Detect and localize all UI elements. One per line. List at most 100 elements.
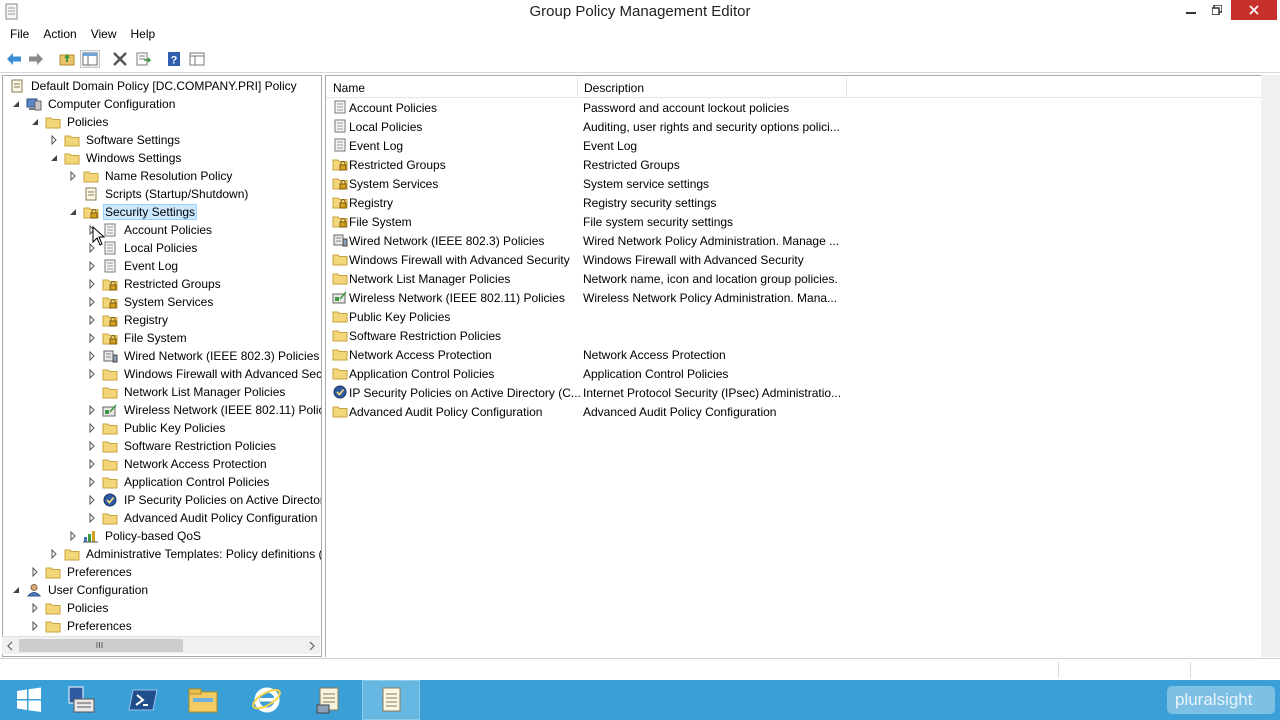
menu-help[interactable]: Help xyxy=(124,24,163,44)
tree-item[interactable]: Application Control Policies xyxy=(87,473,271,491)
expand-arrow-icon[interactable] xyxy=(87,369,97,379)
expand-arrow-icon[interactable] xyxy=(49,549,59,559)
list-item[interactable]: Software Restriction Policies xyxy=(326,326,846,345)
tree-item[interactable]: Software Restriction Policies xyxy=(87,437,278,455)
forward-button[interactable] xyxy=(26,50,46,68)
tree-item[interactable]: Policies xyxy=(30,113,110,131)
list-item[interactable]: IP Security Policies on Active Directory… xyxy=(326,383,846,402)
collapse-arrow-icon[interactable] xyxy=(49,153,59,163)
expand-arrow-icon[interactable] xyxy=(68,171,78,181)
tree-item[interactable]: Advanced Audit Policy Configuration xyxy=(87,509,319,527)
up-one-level-button[interactable] xyxy=(57,50,77,68)
export-list-button[interactable] xyxy=(133,50,153,68)
list-item[interactable]: Wired Network (IEEE 802.3) Policies Wired… xyxy=(326,231,846,250)
tree-item[interactable]: Scripts (Startup/Shutdown) xyxy=(68,185,250,203)
expand-arrow-icon[interactable] xyxy=(87,477,97,487)
column-header-description[interactable]: Description xyxy=(577,78,847,98)
taskbar-server-manager[interactable] xyxy=(52,680,110,720)
expand-arrow-icon[interactable] xyxy=(87,459,97,469)
tree-item[interactable]: System Services xyxy=(87,293,215,311)
expand-arrow-icon[interactable] xyxy=(87,441,97,451)
scroll-right-icon[interactable] xyxy=(308,641,316,651)
show-hide-tree-button[interactable] xyxy=(80,50,100,68)
tree-root[interactable]: Default Domain Policy [DC.COMPANY.PRI] P… xyxy=(9,77,299,95)
list-item[interactable]: Network List Manager Policies Network nam… xyxy=(326,269,846,288)
tree-item[interactable]: File System xyxy=(87,329,189,347)
list-item[interactable]: Local Policies Auditing, user rights and … xyxy=(326,117,846,136)
expand-arrow-icon[interactable] xyxy=(87,423,97,433)
list-item[interactable]: Wireless Network (IEEE 802.11) Policies W… xyxy=(326,288,846,307)
tree-item[interactable]: Name Resolution Policy xyxy=(68,167,234,185)
console-tree[interactable]: Default Domain Policy [DC.COMPANY.PRI] P… xyxy=(2,75,322,657)
help-button[interactable]: ? xyxy=(164,50,184,68)
taskbar-group-policy-management[interactable] xyxy=(300,680,358,720)
expand-arrow-icon[interactable] xyxy=(87,261,97,271)
expand-arrow-icon[interactable] xyxy=(87,333,97,343)
tree-item[interactable]: Windows Settings xyxy=(49,149,183,167)
list-item[interactable]: File System File system security settings xyxy=(326,212,846,231)
list-item[interactable]: Registry Registry security settings xyxy=(326,193,846,212)
tree-item[interactable]: Security Settings xyxy=(68,203,198,221)
tree-item[interactable]: IP Security Policies on Active Directory xyxy=(87,491,321,509)
back-button[interactable] xyxy=(4,50,24,68)
expand-arrow-icon[interactable] xyxy=(68,531,78,541)
tree-item[interactable]: Preferences xyxy=(30,563,134,581)
tree-item[interactable]: Wireless Network (IEEE 802.11) Policies xyxy=(87,401,321,419)
expand-arrow-icon[interactable] xyxy=(87,279,97,289)
expand-arrow-icon[interactable] xyxy=(87,315,97,325)
properties-button[interactable] xyxy=(187,50,207,68)
tree-item[interactable]: Windows Firewall with Advanced Secu xyxy=(87,365,321,383)
taskbar-internet-explorer[interactable] xyxy=(238,680,296,720)
menu-action[interactable]: Action xyxy=(36,24,83,44)
tree-item[interactable]: Preferences xyxy=(30,617,134,635)
tree-item[interactable]: Account Policies xyxy=(87,221,214,239)
tree-item[interactable]: Registry xyxy=(87,311,170,329)
tree-item[interactable]: Software Settings xyxy=(49,131,182,149)
expand-arrow-icon[interactable] xyxy=(30,567,40,577)
expand-arrow-icon[interactable] xyxy=(49,135,59,145)
taskbar-powershell[interactable] xyxy=(114,680,172,720)
vertical-scrollbar[interactable] xyxy=(1261,75,1280,657)
menu-file[interactable]: File xyxy=(3,24,36,44)
restore-button[interactable] xyxy=(1204,0,1230,20)
tree-item[interactable]: Wired Network (IEEE 802.3) Policies xyxy=(87,347,321,365)
tree-item[interactable]: Network List Manager Policies xyxy=(87,383,287,401)
expand-arrow-icon[interactable] xyxy=(30,603,40,613)
column-header-name[interactable]: Name xyxy=(326,78,578,98)
expand-arrow-icon[interactable] xyxy=(87,513,97,523)
list-item[interactable]: Restricted Groups Restricted Groups xyxy=(326,155,846,174)
list-item[interactable]: Application Control Policies Application … xyxy=(326,364,846,383)
expand-arrow-icon[interactable] xyxy=(87,405,97,415)
tree-item[interactable]: Computer Configuration xyxy=(11,95,177,113)
start-button[interactable] xyxy=(0,680,58,720)
expand-arrow-icon[interactable] xyxy=(30,621,40,631)
horizontal-scrollbar[interactable] xyxy=(2,636,320,654)
tree-item[interactable]: Administrative Templates: Policy definit… xyxy=(49,545,321,563)
list-item[interactable]: System Services System service settings xyxy=(326,174,846,193)
tree-item[interactable]: Public Key Policies xyxy=(87,419,227,437)
tree-item[interactable]: Restricted Groups xyxy=(87,275,223,293)
taskbar-group-policy-editor[interactable] xyxy=(362,680,420,720)
collapse-arrow-icon[interactable] xyxy=(11,99,21,109)
tree-item[interactable]: User Configuration xyxy=(11,581,150,599)
delete-button[interactable] xyxy=(110,50,130,68)
tree-item[interactable]: Policy-based QoS xyxy=(68,527,203,545)
collapse-arrow-icon[interactable] xyxy=(11,585,21,595)
tree-item[interactable]: Event Log xyxy=(87,257,180,275)
list-item[interactable]: Advanced Audit Policy Configuration Advan… xyxy=(326,402,846,421)
list-item[interactable]: Public Key Policies xyxy=(326,307,846,326)
close-button[interactable] xyxy=(1231,0,1277,20)
menu-view[interactable]: View xyxy=(84,24,124,44)
expand-arrow-icon[interactable] xyxy=(87,495,97,505)
list-item[interactable]: Network Access Protection Network Access … xyxy=(326,345,846,364)
expand-arrow-icon[interactable] xyxy=(87,351,97,361)
collapse-arrow-icon[interactable] xyxy=(68,207,78,217)
scroll-left-icon[interactable] xyxy=(6,641,14,651)
tree-item[interactable]: Network Access Protection xyxy=(87,455,269,473)
collapse-arrow-icon[interactable] xyxy=(30,117,40,127)
tree-item[interactable]: Policies xyxy=(30,599,110,617)
list-item[interactable]: Event Log Event Log xyxy=(326,136,846,155)
taskbar-file-explorer[interactable] xyxy=(174,680,232,720)
minimize-button[interactable] xyxy=(1178,0,1204,20)
list-item[interactable]: Windows Firewall with Advanced Security W… xyxy=(326,250,846,269)
